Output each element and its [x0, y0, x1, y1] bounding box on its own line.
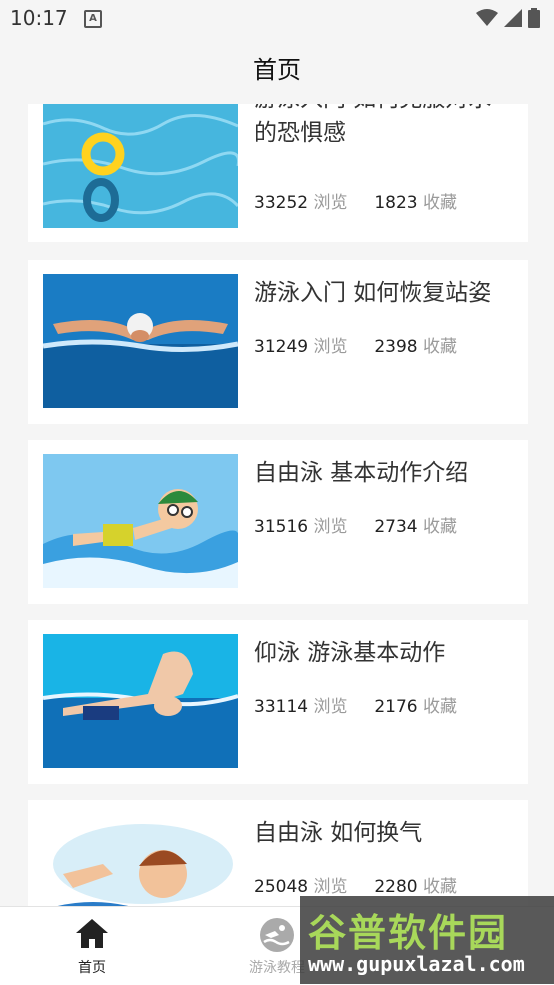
- a-notification-icon: A: [84, 10, 102, 28]
- favorites-count: 2176: [374, 697, 418, 717]
- watermark-url: www.gupuxlazal.com: [308, 952, 525, 976]
- watermark-title: 谷普软件园: [308, 911, 509, 955]
- views-label: 浏览: [313, 517, 348, 537]
- article-card[interactable]: 游泳入门 如何恢复站姿 31249 浏览 2398 收藏: [28, 260, 528, 424]
- favorites-label: 收藏: [422, 193, 457, 213]
- home-icon: [76, 919, 108, 948]
- article-stats: 33252 浏览 1823 收藏: [254, 188, 457, 213]
- favorites-count: 2734: [374, 517, 418, 537]
- article-title: 游泳入门 如何克服对水的恐惧感: [254, 104, 491, 146]
- article-list[interactable]: 游泳入门 如何克服对水的恐惧感 33252 浏览 1823 收藏 游泳入门 如何…: [0, 104, 554, 906]
- swim-ring-image: [43, 104, 238, 228]
- views-label: 浏览: [313, 337, 348, 357]
- article-title: 仰泳 游泳基本动作: [254, 640, 446, 666]
- favorites-count: 2280: [374, 877, 418, 897]
- article-stats: 31516 浏览 2734 收藏: [254, 512, 457, 537]
- favorites-label: 收藏: [422, 877, 457, 897]
- article-title: 自由泳 如何换气: [254, 820, 423, 846]
- status-time: 10:17: [10, 6, 68, 30]
- butterfly-swimmer-image: [43, 274, 238, 408]
- freestyle-swimmer-image: [43, 634, 238, 768]
- wifi-icon: [476, 9, 498, 26]
- article-stats: 31249 浏览 2398 收藏: [254, 332, 457, 357]
- views-count: 25048: [254, 877, 309, 897]
- views-label: 浏览: [313, 193, 348, 213]
- views-count: 33252: [254, 193, 309, 213]
- cartoon-swimmer-image: [43, 454, 238, 588]
- views-count: 33114: [254, 697, 309, 717]
- battery-icon: [528, 8, 540, 28]
- views-count: 31516: [254, 517, 309, 537]
- favorites-label: 收藏: [422, 337, 457, 357]
- views-label: 浏览: [313, 877, 348, 897]
- favorites-count: 1823: [374, 193, 418, 213]
- page-header: 首页: [0, 38, 554, 102]
- page-title: 首页: [253, 56, 301, 84]
- cell-signal-icon: [504, 9, 522, 27]
- status-icons: [476, 8, 540, 28]
- favorites-label: 收藏: [422, 697, 457, 717]
- article-card[interactable]: 自由泳 如何换气 25048 浏览 2280 收藏: [28, 800, 528, 906]
- article-title: 游泳入门 如何恢复站姿: [254, 280, 492, 306]
- views-label: 浏览: [313, 697, 348, 717]
- article-stats: 33114 浏览 2176 收藏: [254, 692, 457, 717]
- status-bar: 10:17 A: [0, 0, 554, 38]
- article-stats: 25048 浏览 2280 收藏: [254, 872, 457, 897]
- views-count: 31249: [254, 337, 309, 357]
- cartoon-boy-swimming-image: [43, 814, 238, 906]
- article-card[interactable]: 自由泳 基本动作介绍 31516 浏览 2734 收藏: [28, 440, 528, 604]
- nav-item-home[interactable]: 首页: [32, 907, 152, 985]
- favorites-label: 收藏: [422, 517, 457, 537]
- nav-label-home: 首页: [78, 960, 106, 976]
- article-card[interactable]: 仰泳 游泳基本动作 33114 浏览 2176 收藏: [28, 620, 528, 784]
- favorites-count: 2398: [374, 337, 418, 357]
- swim-icon: [260, 918, 294, 952]
- watermark-logo: 谷普软件园 www.gupuxlazal.com: [300, 896, 554, 984]
- article-title: 自由泳 基本动作介绍: [254, 460, 469, 486]
- article-card[interactable]: 游泳入门 如何克服对水的恐惧感 33252 浏览 1823 收藏: [28, 104, 528, 242]
